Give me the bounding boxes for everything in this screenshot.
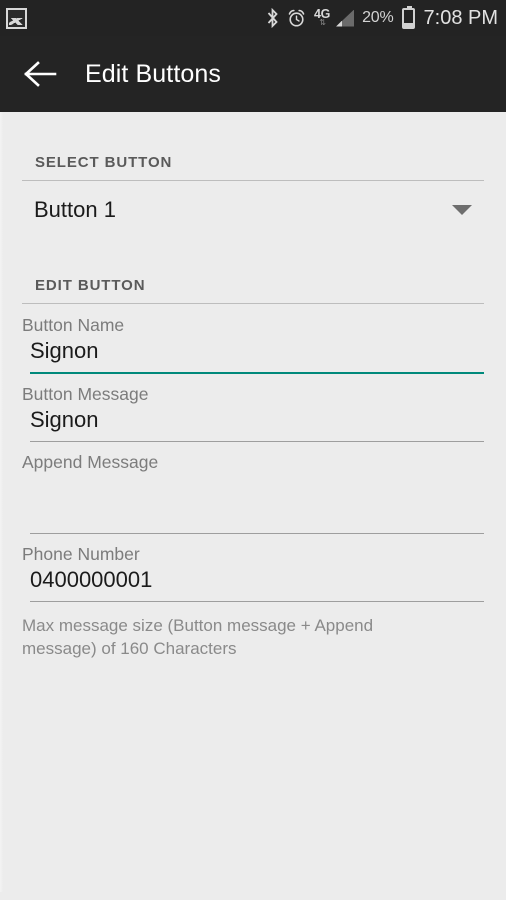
chevron-down-icon[interactable] [452, 205, 472, 215]
select-button-section: SELECT BUTTON [0, 120, 506, 181]
battery-percent-label: 20% [362, 9, 394, 26]
append-message-field[interactable]: Append Message [0, 442, 506, 534]
battery-icon [401, 5, 415, 29]
phone-number-input[interactable]: 0400000001 [22, 565, 484, 595]
status-bar-notifications [6, 7, 27, 29]
app-bar: Edit Buttons [0, 36, 506, 112]
button-name-label: Button Name [22, 315, 125, 335]
phone-number-label: Phone Number [22, 544, 140, 564]
signal-bars-icon [336, 9, 355, 27]
data-transfer-arrows-icon: ⇅ [319, 18, 326, 28]
select-button-spinner-value: Button 1 [34, 197, 116, 222]
phone-number-field[interactable]: Phone Number 0400000001 [0, 534, 506, 602]
settings-scroll-container[interactable]: SELECT BUTTON Button 1 EDIT BUTTON Butto… [0, 112, 506, 892]
button-name-input[interactable]: Signon [22, 336, 484, 366]
network-type-indicator: 4G ⇅ [314, 8, 330, 29]
select-button-spinner[interactable]: Button 1 [0, 181, 506, 239]
button-name-field[interactable]: Button Name Signon [0, 304, 506, 374]
max-message-size-helper-text: Max message size (Button message + Appen… [22, 616, 374, 658]
append-message-label: Append Message [22, 452, 159, 472]
clock-label: 7:08 PM [423, 6, 498, 29]
status-bar-system-icons: 4G ⇅ 20% 7:08 PM [266, 5, 498, 30]
edit-button-section: EDIT BUTTON [0, 239, 506, 304]
phone-number-underline [30, 601, 484, 602]
button-message-input[interactable]: Signon [22, 405, 484, 435]
back-arrow-icon[interactable] [24, 59, 58, 89]
alarm-clock-icon [287, 9, 306, 28]
status-bar[interactable]: 4G ⇅ 20% 7:08 PM [0, 0, 506, 36]
button-message-field[interactable]: Button Message Signon [0, 374, 506, 442]
select-button-section-header: SELECT BUTTON [35, 154, 173, 171]
bluetooth-icon [266, 8, 279, 28]
screenshot-image-icon [6, 7, 27, 29]
page-title: Edit Buttons [85, 59, 222, 88]
edit-button-section-header: EDIT BUTTON [35, 277, 146, 294]
append-message-input[interactable] [22, 473, 484, 527]
button-message-label: Button Message [22, 384, 149, 404]
